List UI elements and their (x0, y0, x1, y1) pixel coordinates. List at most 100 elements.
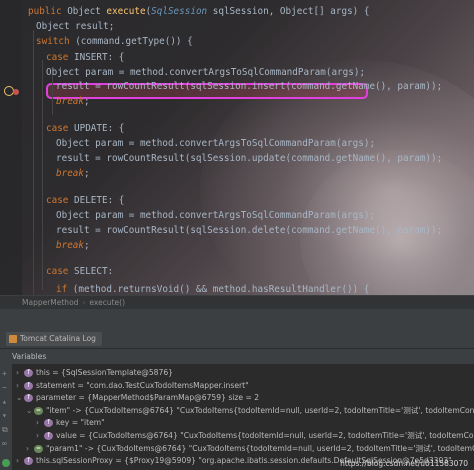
code-line[interactable]: break; (56, 94, 90, 110)
variable-value: = "item" (69, 418, 105, 428)
code-token: SELECT: (74, 266, 114, 277)
variable-name: key (56, 418, 70, 428)
variable-value: = {SqlSessionTemplate@5876} (49, 368, 174, 377)
code-token: if (56, 284, 73, 295)
variable-row[interactable]: › = "param1" -> {CuxTodoItems@6764} "CuxTo… (26, 443, 474, 454)
code-line[interactable]: if (method.returnsVoid() && method.hasRe… (56, 282, 369, 295)
code-token: case (46, 52, 74, 63)
code-line[interactable]: result = rowCountResult(sqlSession.delet… (56, 223, 442, 239)
code-token: Object param = method.convertArgsToSqlCo… (46, 67, 366, 78)
variable-row[interactable]: › f this = {SqlSessionTemplate@5876} (16, 367, 474, 378)
code-line[interactable]: Object result; (36, 19, 114, 35)
code-line[interactable]: case SELECT: (46, 264, 113, 280)
code-token: execute (106, 6, 146, 17)
code-line[interactable]: case INSERT: { (46, 50, 124, 66)
code-line[interactable]: break; (56, 238, 90, 254)
code-token: result = rowCountResult(sqlSession.inser… (56, 81, 443, 92)
code-token: UPDATE: { (74, 123, 125, 134)
variable-name: this.sqlSessionProxy (36, 456, 113, 466)
variable-value: -> {CuxTodoItems@6764} "CuxTodoItems{tod… (82, 443, 474, 453)
breadcrumb-separator: › (82, 298, 86, 307)
code-token: sqlSession, Object[] args) { (207, 6, 370, 17)
move-down-icon[interactable]: ▾ (2, 412, 10, 420)
code-line[interactable]: result = rowCountResult(sqlSession.inser… (56, 79, 442, 95)
collapse-arrow-icon[interactable]: ⌄ (26, 405, 34, 416)
variable-value: = {CuxTodoItems@6764} "CuxTodoItems{todo… (76, 431, 474, 440)
code-token: DELETE: { (74, 195, 125, 206)
variable-row[interactable]: ⌄ = "item" -> {CuxTodoItems@6764} "CuxTodo… (26, 405, 474, 416)
code-token: case (46, 266, 74, 277)
indent-guide (52, 75, 53, 115)
remove-watch-icon[interactable]: − (2, 384, 10, 392)
field-icon: = (34, 406, 43, 415)
variable-name: statement (36, 380, 76, 390)
expand-arrow-icon[interactable]: › (16, 455, 24, 466)
indent-guide (33, 30, 34, 295)
expand-arrow-icon[interactable]: › (36, 417, 44, 428)
expand-arrow-icon[interactable]: › (26, 443, 34, 454)
variable-row[interactable]: › f statement = "com.dao.TestCuxTodoItemsM… (16, 380, 474, 391)
glasses-icon[interactable]: ∞ (2, 440, 10, 448)
panel-title: Variables (12, 352, 47, 361)
breadcrumb-method[interactable]: execute() (89, 298, 125, 307)
variable-name: parameter (36, 393, 77, 403)
code-token: case (46, 195, 74, 206)
variable-value: = {MapperMethod$ParamMap@6759} size = 2 (76, 393, 260, 403)
code-token: ; (84, 168, 90, 179)
field-icon: f (44, 419, 53, 428)
copy-icon[interactable]: ⧉ (2, 426, 10, 434)
variable-name: this (36, 368, 50, 377)
code-token: ; (84, 96, 90, 107)
field-icon: f (24, 394, 33, 403)
code-token: ; (84, 240, 90, 251)
variable-row[interactable]: › f value = {CuxTodoItems@6764} "CuxTodoIt… (36, 430, 474, 441)
code-token: public (28, 6, 68, 17)
tomcat-icon (9, 335, 17, 343)
variables-header: Variables (0, 349, 474, 364)
code-token: break (56, 168, 84, 179)
code-token: Object param = method.convertArgsToSqlCo… (56, 138, 376, 149)
expand-arrow-icon[interactable]: › (16, 380, 24, 391)
code-token: Object (67, 6, 107, 17)
code-line[interactable]: public Object execute(SqlSession sqlSess… (28, 4, 369, 20)
running-status-icon (2, 459, 10, 467)
code-token: result = rowCountResult(sqlSession.updat… (56, 153, 443, 164)
debug-side-toolbar: + − ▴ ▾ ⧉ ∞ (0, 364, 12, 470)
variable-value: -> {CuxTodoItems@6764} "CuxTodoItems{tod… (70, 405, 474, 415)
watermark-text: https://blog.csdn.net/u011583070 (340, 459, 468, 468)
breadcrumb-class[interactable]: MapperMethod (22, 298, 78, 307)
execution-point-icon (13, 89, 19, 95)
field-icon: f (24, 369, 33, 377)
code-token: break (56, 96, 84, 107)
code-line[interactable]: result = rowCountResult(sqlSession.updat… (56, 151, 442, 167)
variable-row[interactable]: › f key = "item" (36, 417, 474, 428)
code-line[interactable]: case UPDATE: { (46, 121, 124, 137)
move-up-icon[interactable]: ▴ (2, 398, 10, 406)
variables-tree[interactable]: › f this = {SqlSessionTemplate@5876} › f stat… (12, 364, 474, 470)
code-token: case (46, 123, 74, 134)
add-watch-icon[interactable]: + (2, 370, 10, 378)
variable-name: value (56, 431, 77, 440)
code-token: INSERT: { (74, 52, 125, 63)
code-line[interactable]: switch (command.getType()) { (36, 34, 193, 50)
code-line[interactable]: case DELETE: { (46, 193, 124, 209)
variable-row[interactable]: ⌄ f parameter = {MapperMethod$ParamMap@675… (16, 392, 474, 403)
variable-name: "item" (46, 405, 71, 415)
code-line[interactable]: Object param = method.convertArgsToSqlCo… (56, 136, 375, 152)
code-editor[interactable]: public Object execute(SqlSession sqlSess… (0, 0, 474, 295)
editor-gutter[interactable] (0, 0, 22, 295)
expand-arrow-icon[interactable]: › (36, 430, 44, 441)
tool-window-tabs: Tomcat Catalina Log (0, 329, 474, 349)
code-line[interactable]: break; (56, 166, 90, 182)
field-icon: f (44, 432, 53, 440)
panel-divider[interactable] (0, 309, 474, 329)
expand-arrow-icon[interactable]: › (16, 367, 24, 378)
tab-tomcat-catalina-log[interactable]: Tomcat Catalina Log (6, 332, 102, 346)
collapse-arrow-icon[interactable]: ⌄ (16, 392, 24, 403)
variable-value: = "com.dao.TestCuxTodoItemsMapper.insert… (75, 380, 249, 390)
code-line[interactable]: Object param = method.convertArgsToSqlCo… (56, 208, 375, 224)
field-icon: f (24, 457, 33, 466)
breadcrumb: MapperMethod › execute() (0, 295, 474, 309)
code-token: switch (36, 36, 76, 47)
variable-name: "param1" (46, 443, 83, 453)
